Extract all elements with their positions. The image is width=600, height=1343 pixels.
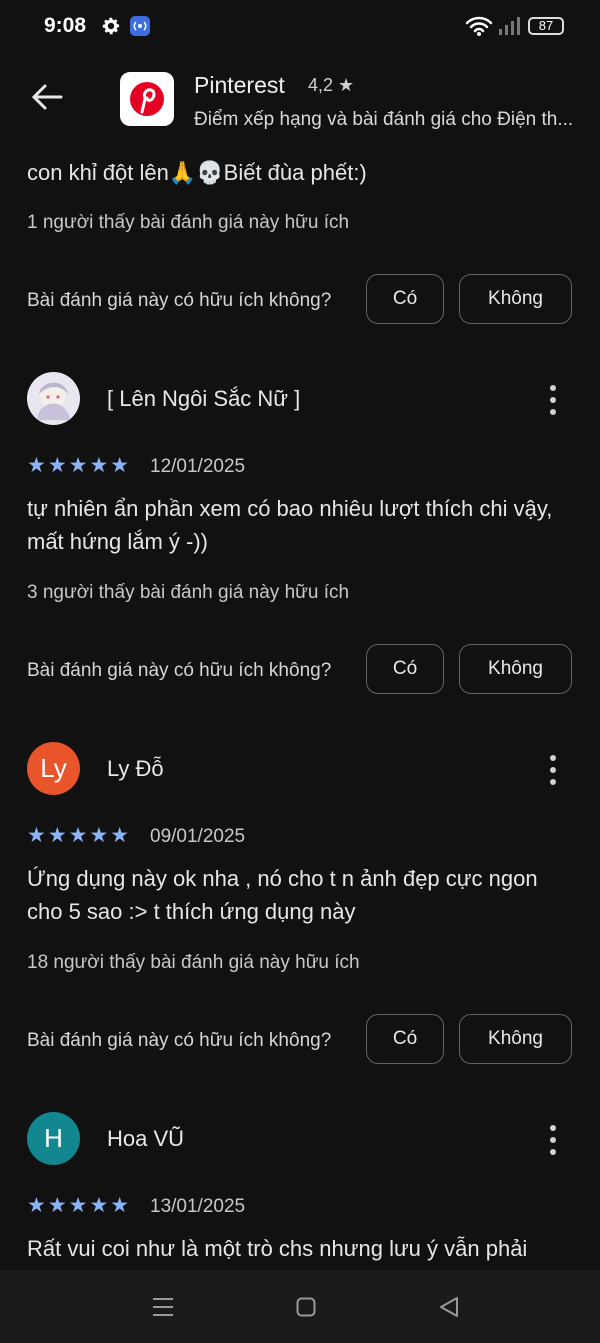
cast-icon — [130, 16, 150, 36]
helpful-question: Bài đánh giá này có hữu ích không? — [27, 660, 332, 681]
yes-button[interactable]: Có — [366, 274, 444, 324]
clock: 9:08 — [44, 14, 87, 37]
helpful-count: 1 người thấy bài đánh giá này hữu ích — [27, 212, 350, 233]
helpful-count: 18 người thấy bài đánh giá này hữu ích — [27, 952, 360, 973]
avatar: H — [27, 1112, 80, 1165]
pinterest-logo-icon — [120, 72, 174, 126]
avatar — [27, 372, 80, 425]
review-date: 12/01/2025 — [150, 456, 246, 477]
previous-review-text: con khỉ đột lên🙏💀Biết đùa phết:) — [27, 160, 367, 185]
signal-icon — [499, 17, 520, 35]
page-subtitle: Điểm xếp hạng và bài đánh giá cho Điện t… — [194, 109, 574, 130]
star-rating: ★★★★★ — [27, 824, 132, 847]
more-options-icon[interactable] — [545, 1125, 561, 1155]
status-bar: 9:08 87 — [0, 0, 600, 52]
rating-value: 4,2 — [308, 75, 334, 95]
back-icon[interactable] — [438, 1296, 460, 1318]
app-header: Pinterest 4,2 ★ Điểm xếp hạng và bài đán… — [0, 52, 600, 140]
home-icon[interactable] — [296, 1297, 316, 1317]
helpful-question: Bài đánh giá này có hữu ích không? — [27, 290, 332, 311]
gear-icon — [102, 17, 120, 35]
wifi-icon — [465, 16, 493, 36]
yes-button[interactable]: Có — [366, 644, 444, 694]
back-arrow-icon[interactable] — [30, 82, 64, 112]
no-button[interactable]: Không — [459, 1014, 572, 1064]
reviewer-name: [ Lên Ngôi Sắc Nữ ] — [107, 386, 301, 411]
star-rating: ★★★★★ — [27, 454, 132, 477]
helpful-count: 3 người thấy bài đánh giá này hữu ích — [27, 582, 350, 603]
app-rating: 4,2 ★ — [308, 75, 354, 96]
more-options-icon[interactable] — [545, 755, 561, 785]
system-navigation-bar — [0, 1270, 600, 1343]
review-date: 13/01/2025 — [150, 1196, 246, 1217]
more-options-icon[interactable] — [545, 385, 561, 415]
star-icon: ★ — [338, 75, 355, 95]
review-text: tự nhiên ẩn phần xem có bao nhiêu lượt t… — [27, 496, 553, 554]
avatar: Ly — [27, 742, 80, 795]
review-text: Ứng dụng này ok nha , nó cho t n ảnh đẹp… — [27, 866, 538, 924]
no-button[interactable]: Không — [459, 274, 572, 324]
reviewer-name: Hoa VŨ — [107, 1126, 185, 1151]
helpful-question: Bài đánh giá này có hữu ích không? — [27, 1030, 332, 1051]
app-name: Pinterest — [194, 72, 285, 98]
recent-apps-icon[interactable] — [152, 1296, 174, 1318]
review-text: Rất vui coi như là một trò chs nhưng lưu… — [27, 1236, 528, 1261]
review-date: 09/01/2025 — [150, 826, 246, 847]
no-button[interactable]: Không — [459, 644, 572, 694]
battery-icon: 87 — [528, 17, 564, 35]
reviewer-name: Ly Đỗ — [107, 756, 164, 781]
star-rating: ★★★★★ — [27, 1194, 132, 1217]
yes-button[interactable]: Có — [366, 1014, 444, 1064]
